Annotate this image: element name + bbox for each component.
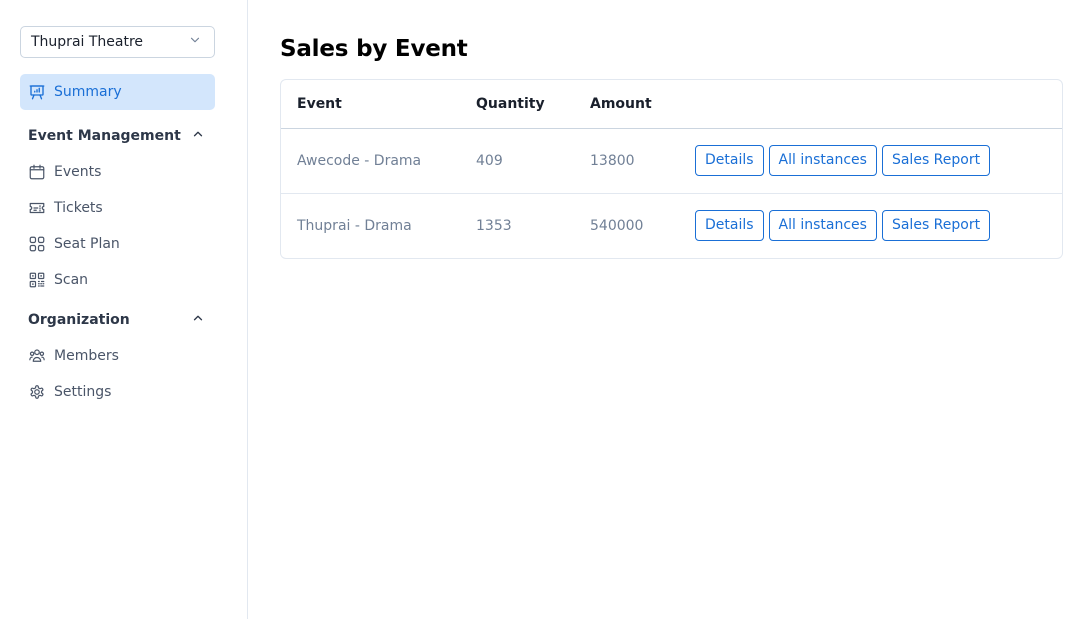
chevron-up-icon (191, 127, 205, 145)
chevron-down-icon (188, 33, 202, 51)
calendar-icon (28, 163, 46, 181)
cell-quantity: 409 (460, 128, 574, 194)
sales-report-button[interactable]: Sales Report (881, 210, 991, 242)
column-header-actions (679, 80, 1062, 129)
page-title: Sales by Event (280, 36, 468, 62)
section-title: Event Management (28, 128, 181, 144)
organization-select[interactable]: Thuprai Theatre (20, 26, 215, 58)
sidebar-item-label: Members (54, 348, 119, 364)
sidebar-item-scan[interactable]: Scan (20, 262, 215, 298)
cell-actions: Details All instances Sales Report (679, 193, 1062, 258)
users-icon (28, 347, 46, 365)
section-header-event-management[interactable]: Event Management (20, 118, 215, 154)
column-header-event: Event (281, 80, 460, 129)
section-title: Organization (28, 312, 130, 328)
all-instances-button[interactable]: All instances (768, 210, 877, 242)
organization-select-value: Thuprai Theatre (31, 34, 144, 50)
sales-table: Event Quantity Amount Awecode - Drama 40… (281, 80, 1062, 258)
sidebar-item-settings[interactable]: Settings (20, 374, 215, 410)
details-button[interactable]: Details (695, 145, 764, 176)
sidebar-item-label: Events (54, 164, 102, 180)
column-header-amount: Amount (574, 80, 679, 129)
sales-report-button[interactable]: Sales Report (881, 145, 991, 176)
sidebar-item-members[interactable]: Members (20, 338, 215, 374)
gear-icon (28, 383, 46, 401)
qr-code-icon (28, 271, 46, 289)
main-content: Sales by Event Event Quantity Amount Awe… (248, 0, 1078, 619)
section-header-organization[interactable]: Organization (20, 302, 215, 338)
grid-icon (28, 235, 46, 253)
chevron-up-icon (191, 311, 205, 329)
table-header-row: Event Quantity Amount (281, 80, 1062, 129)
app: Thuprai Theatre Summary Event Management (0, 0, 1078, 619)
cell-event: Awecode - Drama (281, 128, 460, 194)
presentation-chart-icon (28, 83, 46, 101)
details-button[interactable]: Details (695, 210, 764, 242)
sidebar-item-seat-plan[interactable]: Seat Plan (20, 226, 215, 262)
sidebar-item-label: Tickets (54, 200, 103, 216)
cell-amount: 13800 (574, 128, 679, 194)
table-row: Thuprai - Drama 1353 540000 Details All i… (281, 193, 1062, 258)
sidebar-item-tickets[interactable]: Tickets (20, 190, 215, 226)
sidebar-item-events[interactable]: Events (20, 154, 215, 190)
sidebar: Thuprai Theatre Summary Event Management (0, 0, 248, 619)
all-instances-button[interactable]: All instances (768, 145, 877, 176)
cell-event: Thuprai - Drama (297, 217, 412, 234)
sidebar-item-summary[interactable]: Summary (20, 74, 215, 110)
cell-amount: 540000 (590, 217, 644, 234)
ticket-icon (28, 199, 46, 217)
cell-actions: Details All instances Sales Report (679, 128, 1062, 194)
sidebar-item-label: Scan (54, 272, 89, 288)
sidebar-item-label: Settings (54, 384, 112, 400)
table-row: Awecode - Drama 409 13800 Details All ins… (281, 128, 1062, 194)
sidebar-item-label: Summary (54, 84, 122, 100)
sidebar-item-label: Seat Plan (54, 236, 120, 252)
sales-table-card: Event Quantity Amount Awecode - Drama 40… (280, 79, 1063, 259)
cell-quantity: 1353 (476, 217, 512, 234)
column-header-quantity: Quantity (460, 80, 574, 129)
